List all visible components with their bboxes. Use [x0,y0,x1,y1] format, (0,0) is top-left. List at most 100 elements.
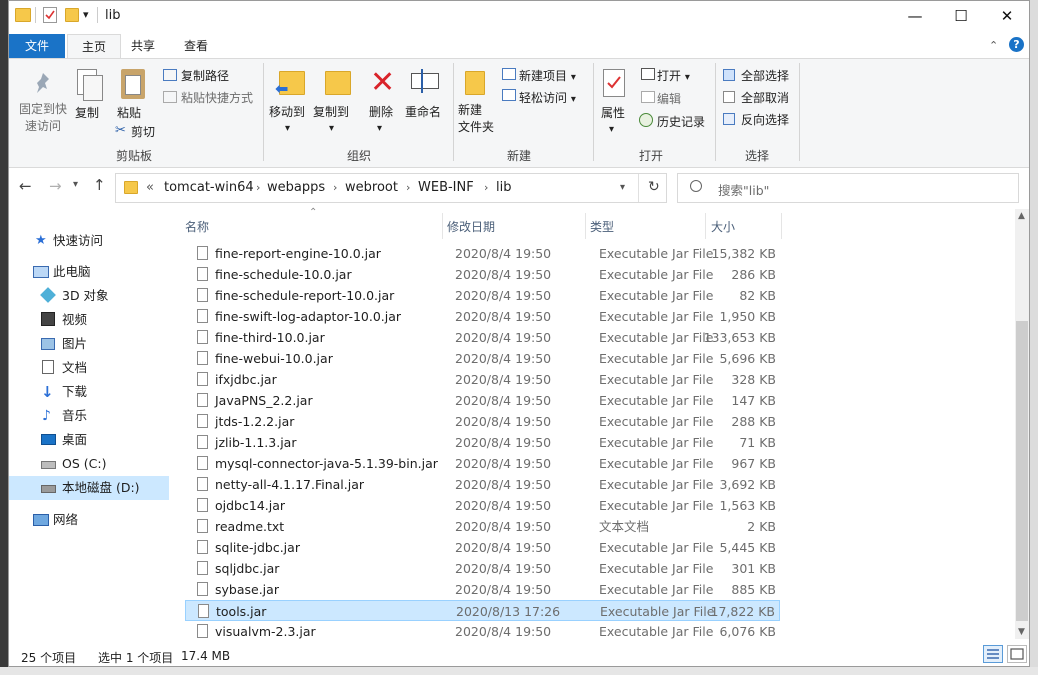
file-row[interactable]: ifxjdbc.jar 2020/8/4 19:50 Executable Jar … [185,369,780,390]
column-header-size[interactable]: 大小 [711,209,735,239]
properties-button[interactable]: 属性 ▾ [601,104,625,135]
nav-this-pc[interactable]: 此电脑 [9,260,169,284]
copy-button[interactable]: 复制 [75,104,99,121]
nav-3d-objects[interactable]: 3D 对象 [9,284,169,308]
history-button[interactable]: 历史记录 [657,113,705,130]
file-row[interactable]: mysql-connector-java-5.1.39-bin.jar 2020/… [185,453,780,474]
nav-downloads[interactable]: ↓ 下载 [9,380,169,404]
column-divider[interactable] [585,213,586,239]
collapse-ribbon-icon[interactable]: ⌃ [989,39,998,52]
vertical-scrollbar[interactable]: ▲ ▼ [1015,209,1029,639]
file-row[interactable]: sqljdbc.jar 2020/8/4 19:50 Executable Jar … [185,558,780,579]
new-item-button[interactable]: 新建项目 ▾ [519,67,576,84]
nav-music[interactable]: ♪ 音乐 [9,404,169,428]
copy-path-button[interactable]: 复制路径 [181,67,229,84]
scroll-down-icon[interactable]: ▼ [1018,627,1025,637]
breadcrumb-item[interactable]: webapps [267,174,325,202]
properties-quick-icon[interactable] [43,7,57,23]
breadcrumb-item[interactable]: webroot [345,174,398,202]
file-row[interactable]: fine-report-engine-10.0.jar 2020/8/4 19:5… [185,243,780,264]
help-icon[interactable]: ? [1009,37,1024,52]
search-input[interactable]: 搜索"lib" [718,180,769,199]
column-header-date[interactable]: 修改日期 [447,209,495,239]
address-bar[interactable]: « tomcat-win64 › webapps › webroot › WEB… [115,173,667,203]
window-title: lib [105,8,121,23]
column-divider[interactable] [781,213,782,239]
breadcrumb-chevron-icon[interactable]: › [484,174,488,202]
file-row[interactable]: fine-webui-10.0.jar 2020/8/4 19:50 Executa… [185,348,780,369]
nav-network[interactable]: 网络 [9,508,169,532]
file-row[interactable]: ojdbc14.jar 2020/8/4 19:50 Executable Jar … [185,495,780,516]
forward-arrow-icon[interactable]: → [49,177,62,195]
breadcrumb-item-current[interactable]: lib [496,174,511,202]
tab-file[interactable]: 文件 [9,34,65,58]
breadcrumb-chevron-icon[interactable]: › [406,174,410,202]
nav-documents[interactable]: 文档 [9,356,169,380]
file-name: fine-webui-10.0.jar [215,351,333,366]
nav-quick-access[interactable]: ★ 快速访问 [9,229,169,253]
close-button[interactable]: ✕ [984,1,1029,31]
file-row[interactable]: jtds-1.2.2.jar 2020/8/4 19:50 Executable J… [185,411,780,432]
nav-os-c[interactable]: OS (C:) [9,452,169,476]
up-arrow-icon[interactable]: ↑ [93,176,106,194]
breadcrumb-chevron-icon[interactable]: › [256,174,260,202]
breadcrumb-overflow[interactable]: « [146,174,154,202]
file-row[interactable]: fine-schedule-10.0.jar 2020/8/4 19:50 Exec… [185,264,780,285]
minimize-button[interactable]: — [892,1,938,31]
back-arrow-icon[interactable]: ← [19,177,32,195]
pin-quick-access-button[interactable]: 固定到快 速访问 [17,101,69,135]
file-row[interactable]: jzlib-1.1.3.jar 2020/8/4 19:50 Executable … [185,432,780,453]
column-divider[interactable] [705,213,706,239]
address-dropdown-icon[interactable]: ▾ [620,182,625,193]
copy-to-button[interactable]: 复制到 ▾ [313,103,349,134]
breadcrumb-item[interactable]: tomcat-win64 [164,174,254,202]
nav-local-disk-d[interactable]: 本地磁盘 (D:) [9,476,169,500]
paste-shortcut-button[interactable]: 粘贴快捷方式 [181,89,253,106]
tab-share[interactable]: 共享 [117,34,169,58]
delete-button[interactable]: 删除 ▾ [369,103,393,134]
file-row[interactable]: fine-swift-log-adaptor-10.0.jar 2020/8/4 … [185,306,780,327]
new-folder-quick-icon[interactable] [65,8,79,22]
refresh-icon[interactable]: ↻ [648,179,660,195]
invert-selection-button[interactable]: 反向选择 [741,111,789,128]
scrollbar-thumb[interactable] [1016,321,1028,621]
rename-button[interactable]: 重命名 [405,103,441,120]
file-row[interactable]: sqlite-jdbc.jar 2020/8/4 19:50 Executable … [185,537,780,558]
nav-pictures[interactable]: 图片 [9,332,169,356]
easy-access-button[interactable]: 轻松访问 ▾ [519,89,576,106]
breadcrumb-chevron-icon[interactable]: › [333,174,337,202]
cut-button[interactable]: 剪切 [131,123,155,140]
column-divider[interactable] [442,213,443,239]
file-row[interactable]: netty-all-4.1.17.Final.jar 2020/8/4 19:50… [185,474,780,495]
item-count: 25 个项目 [21,651,77,665]
nav-videos[interactable]: 视频 [9,308,169,332]
new-folder-button[interactable]: 新建 文件夹 [458,102,494,136]
file-row[interactable]: readme.txt 2020/8/4 19:50 文本文档 2 KB [185,516,780,537]
large-icons-view-icon[interactable] [1007,645,1027,663]
search-box[interactable]: 搜索"lib" [677,173,1019,203]
recent-locations-chevron-icon[interactable]: ▾ [73,179,78,190]
select-all-button[interactable]: 全部选择 [741,67,789,84]
details-view-icon[interactable] [983,645,1003,663]
quick-access-dropdown-icon[interactable]: ▾ [83,8,89,21]
column-header-name[interactable]: 名称 [185,209,209,239]
file-row[interactable]: fine-third-10.0.jar 2020/8/4 19:50 Executa… [185,327,780,348]
breadcrumb-item[interactable]: WEB-INF [418,174,474,202]
move-to-button[interactable]: 移动到 ▾ [269,103,305,134]
scroll-up-icon[interactable]: ▲ [1018,211,1025,221]
paste-button[interactable]: 粘贴 [117,104,141,121]
tab-view[interactable]: 查看 [170,34,222,58]
file-row[interactable]: JavaPNS_2.2.jar 2020/8/4 19:50 Executable … [185,390,780,411]
pin-icon [29,69,57,97]
edit-button[interactable]: 编辑 [657,90,681,107]
file-row[interactable]: tools.jar 2020/8/13 17:26 Executable Jar F… [185,600,780,621]
maximize-button[interactable]: ☐ [938,1,984,31]
tab-home[interactable]: 主页 [67,34,122,59]
nav-desktop[interactable]: 桌面 [9,428,169,452]
open-button[interactable]: 打开 ▾ [657,67,690,84]
file-row[interactable]: fine-schedule-report-10.0.jar 2020/8/4 19… [185,285,780,306]
file-row[interactable]: sybase.jar 2020/8/4 19:50 Executable Jar F… [185,579,780,600]
column-header-type[interactable]: 类型 [590,209,614,239]
file-size: 5,696 KB [719,351,776,366]
select-none-button[interactable]: 全部取消 [741,89,789,106]
